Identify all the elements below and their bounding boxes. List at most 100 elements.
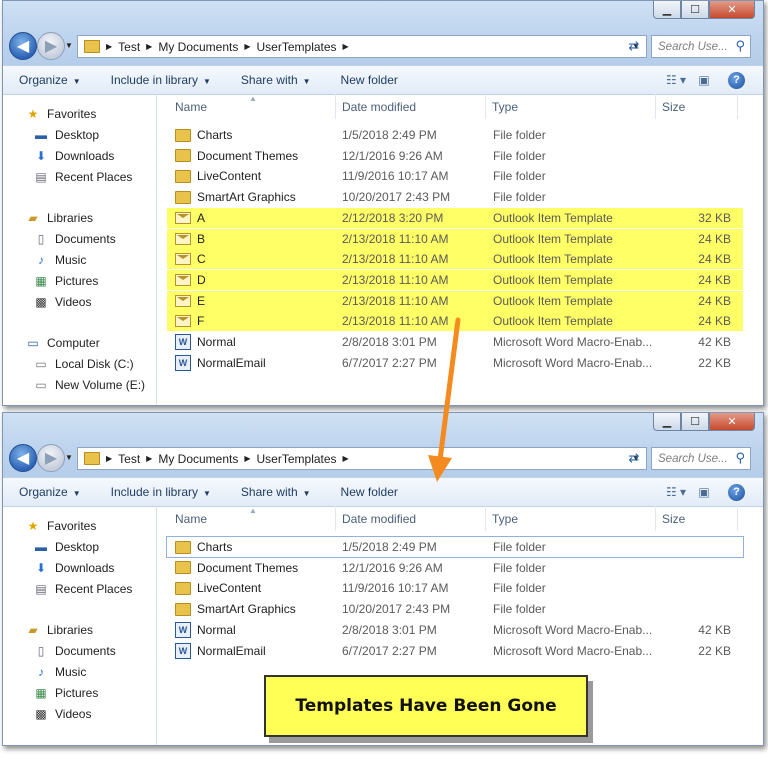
breadcrumb-usertemplates[interactable]: UserTemplates [257, 452, 337, 466]
nav-music[interactable]: ♪ Music [33, 662, 86, 682]
chevron-right-icon: ▶ [244, 454, 251, 463]
recent-pages-dropdown[interactable]: ▼ [65, 41, 73, 50]
minimize-button[interactable]: ▁ [653, 1, 681, 19]
column-date-modified[interactable]: Date modified [336, 94, 486, 119]
preview-pane-icon[interactable]: ▣ [690, 485, 718, 499]
nav-music[interactable]: ♪ Music [33, 250, 86, 270]
file-row[interactable]: W Normal 2/8/2018 3:01 PM Microsoft Word Ma… [167, 332, 743, 352]
file-row[interactable]: LiveContent 11/9/2016 10:17 AM File folder [167, 578, 743, 598]
share-with-button[interactable]: Share with ▼ [241, 73, 311, 87]
include-in-library-button[interactable]: Include in library ▼ [111, 485, 211, 499]
folder-icon [175, 190, 191, 204]
file-row[interactable]: C 2/13/2018 11:10 AM Outlook Item Template… [167, 249, 743, 270]
nav-desktop[interactable]: ▬ Desktop [33, 537, 99, 557]
back-button[interactable]: ◀ [9, 32, 37, 60]
nav-desktop[interactable]: ▬ Desktop [33, 125, 99, 145]
breadcrumb-test[interactable]: Test [118, 452, 140, 466]
refresh-icon[interactable]: ⇄ [623, 35, 645, 56]
close-button[interactable]: ✕ [709, 1, 755, 19]
folder-icon [175, 149, 191, 163]
recent-places-icon: ▤ [35, 170, 47, 184]
file-name: Document Themes [175, 146, 343, 166]
file-row[interactable]: B 2/13/2018 11:10 AM Outlook Item Template… [167, 228, 743, 249]
nav-recent-places[interactable]: ▤ Recent Places [33, 167, 132, 187]
column-size[interactable]: Size [656, 506, 738, 531]
file-row[interactable]: SmartArt Graphics 10/20/2017 2:43 PM File … [167, 187, 743, 207]
help-icon[interactable]: ? [728, 71, 745, 89]
nav-downloads[interactable]: ⬇ Downloads [33, 558, 114, 578]
column-size[interactable]: Size [656, 94, 738, 119]
nav-local-disk[interactable]: ▭ Local Disk (C:) [33, 354, 133, 374]
maximize-button[interactable]: ☐ [681, 1, 709, 19]
address-bar[interactable]: ▶ Test ▶ My Documents ▶ UserTemplates ▶ … [77, 447, 647, 470]
forward-button[interactable]: ▶ [37, 32, 65, 60]
breadcrumb-my-documents[interactable]: My Documents [158, 452, 238, 466]
breadcrumb-my-documents[interactable]: My Documents [158, 40, 238, 54]
column-type[interactable]: Type [486, 94, 656, 119]
back-button[interactable]: ◀ [9, 444, 37, 472]
column-date-modified[interactable]: Date modified [336, 506, 486, 531]
preview-pane-icon[interactable]: ▣ [690, 73, 718, 87]
file-name-text: LiveContent [197, 581, 262, 596]
nav-favorites[interactable]: ★ Favorites [25, 104, 97, 124]
file-row[interactable]: W Normal 2/8/2018 3:01 PM Microsoft Word Ma… [167, 620, 743, 640]
nav-videos[interactable]: ▩ Videos [33, 292, 91, 312]
file-date: 12/1/2016 9:26 AM [342, 560, 443, 575]
file-type: File folder [493, 190, 546, 205]
file-row[interactable]: Charts 1/5/2018 2:49 PM File folder [166, 536, 744, 558]
file-name-text: B [197, 231, 206, 246]
nav-pictures[interactable]: ▦ Pictures [33, 683, 98, 703]
nav-documents[interactable]: ▯ Documents [33, 229, 116, 249]
downloads-icon: ⬇ [35, 561, 47, 575]
file-row[interactable]: LiveContent 11/9/2016 10:17 AM File folder [167, 166, 743, 186]
organize-button[interactable]: Organize ▼ [19, 73, 81, 87]
callout-note: Templates Have Been Gone [264, 675, 588, 737]
search-input[interactable]: Search Use... ⚲ [651, 35, 751, 58]
file-row[interactable]: W NormalEmail 6/7/2017 2:27 PM Microsoft Wo… [167, 353, 743, 373]
column-name[interactable]: Name [169, 94, 336, 119]
file-row[interactable]: Document Themes 12/1/2016 9:26 AM File fol… [167, 558, 743, 578]
minimize-button[interactable]: ▁ [653, 413, 681, 431]
maximize-button[interactable]: ☐ [681, 413, 709, 431]
file-row[interactable]: D 2/13/2018 11:10 AM Outlook Item Template… [167, 269, 743, 290]
breadcrumb-test[interactable]: Test [118, 40, 140, 54]
organize-button[interactable]: Organize ▼ [19, 485, 81, 499]
share-with-button[interactable]: Share with ▼ [241, 485, 311, 499]
nav-libraries[interactable]: ▰ Libraries [25, 208, 93, 228]
recent-pages-dropdown[interactable]: ▼ [65, 453, 73, 462]
breadcrumb-usertemplates[interactable]: UserTemplates [257, 40, 337, 54]
file-row[interactable]: W NormalEmail 6/7/2017 2:27 PM Microsoft Wo… [167, 641, 743, 661]
file-row[interactable]: Document Themes 12/1/2016 9:26 AM File fol… [167, 146, 743, 166]
star-icon: ★ [27, 107, 39, 121]
nav-documents[interactable]: ▯ Documents [33, 641, 116, 661]
column-name[interactable]: Name [169, 506, 336, 531]
column-type[interactable]: Type [486, 506, 656, 531]
nav-recent-places[interactable]: ▤ Recent Places [33, 579, 132, 599]
search-input[interactable]: Search Use... ⚲ [651, 447, 751, 470]
view-options-icon[interactable]: ☷ ▾ [662, 73, 690, 87]
view-options-icon[interactable]: ☷ ▾ [662, 485, 690, 499]
nav-pictures[interactable]: ▦ Pictures [33, 271, 98, 291]
nav-computer[interactable]: ▭ Computer [25, 333, 99, 353]
refresh-icon[interactable]: ⇄ [623, 447, 645, 468]
file-row[interactable]: Charts 1/5/2018 2:49 PM File folder [167, 125, 743, 145]
forward-button[interactable]: ▶ [37, 444, 65, 472]
nav-videos[interactable]: ▩ Videos [33, 704, 91, 724]
close-button[interactable]: ✕ [709, 413, 755, 431]
nav-new-volume[interactable]: ▭ New Volume (E:) [33, 375, 145, 395]
file-date: 2/13/2018 11:10 AM [342, 314, 449, 329]
nav-libraries[interactable]: ▰ Libraries [25, 620, 93, 640]
file-row[interactable]: F 2/13/2018 11:10 AM Outlook Item Template… [167, 311, 743, 332]
help-icon[interactable]: ? [728, 483, 745, 501]
file-type: Microsoft Word Macro-Enab... [493, 643, 653, 658]
address-bar[interactable]: ▶ Test ▶ My Documents ▶ UserTemplates ▶ … [77, 35, 647, 58]
nav-downloads[interactable]: ⬇ Downloads [33, 146, 114, 166]
new-folder-button[interactable]: New folder [341, 73, 398, 87]
file-row[interactable]: E 2/13/2018 11:10 AM Outlook Item Template… [167, 290, 743, 311]
file-type: Microsoft Word Macro-Enab... [493, 335, 653, 349]
file-row[interactable]: A 2/12/2018 3:20 PM Outlook Item Template 3… [167, 207, 743, 228]
nav-favorites[interactable]: ★ Favorites [25, 516, 97, 536]
new-folder-button[interactable]: New folder [341, 485, 398, 499]
include-in-library-button[interactable]: Include in library ▼ [111, 73, 211, 87]
file-row[interactable]: SmartArt Graphics 10/20/2017 2:43 PM File … [167, 599, 743, 619]
